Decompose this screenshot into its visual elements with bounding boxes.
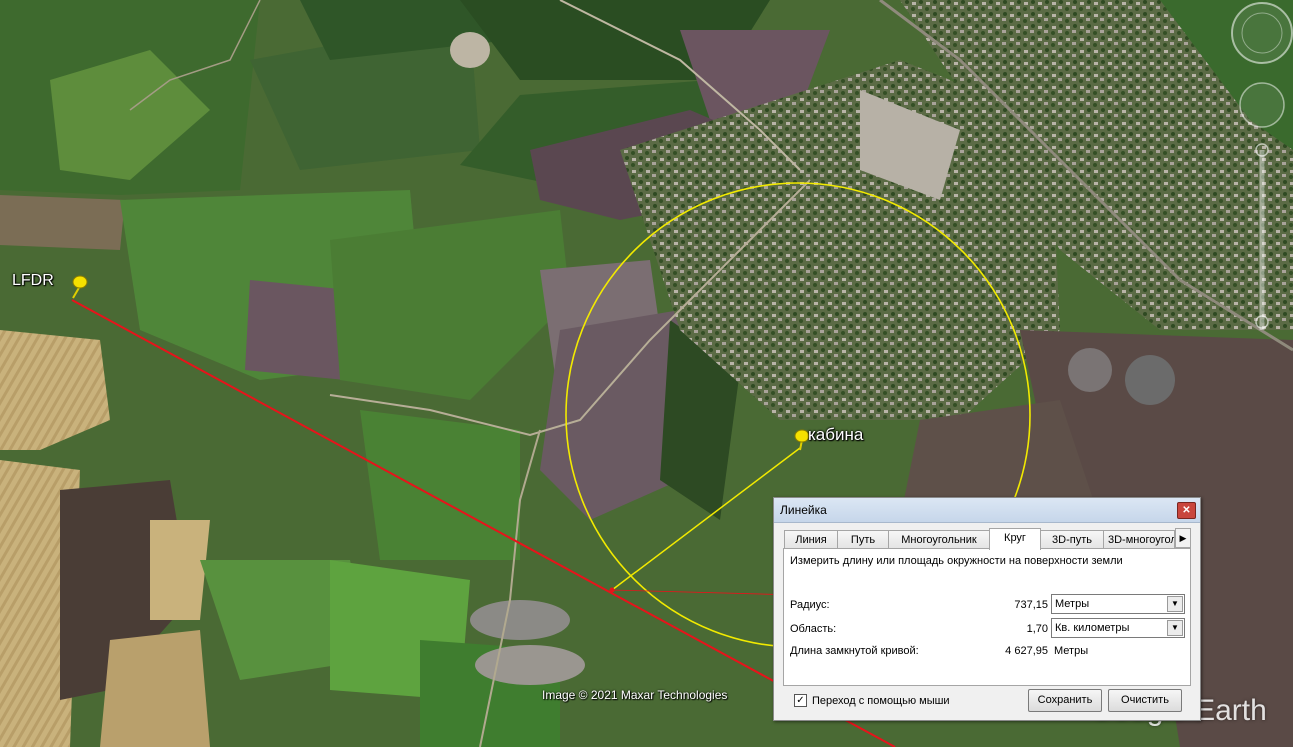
clear-button[interactable]: Очистить <box>1108 689 1182 712</box>
chevron-down-icon[interactable]: ▼ <box>1167 620 1183 636</box>
tab-3d-path[interactable]: 3D-путь <box>1040 530 1104 549</box>
tab-path[interactable]: Путь <box>837 530 889 549</box>
radius-label: Радиус: <box>790 599 830 611</box>
perimeter-unit: Метры <box>1054 645 1089 657</box>
dialog-titlebar[interactable]: Линейка ✕ <box>774 498 1200 523</box>
radius-unit-value: Метры <box>1055 598 1090 610</box>
close-icon[interactable]: ✕ <box>1177 502 1196 519</box>
pin-label-lfdr[interactable]: LFDR <box>12 272 54 290</box>
tab-line[interactable]: Линия <box>784 530 838 549</box>
dialog-title: Линейка <box>780 503 827 517</box>
tab-scroll-right-icon[interactable]: ▶ <box>1175 528 1191 548</box>
area-unit-select[interactable]: Кв. километры ▼ <box>1051 618 1185 638</box>
circle-panel: Измерить длину или площадь окружности на… <box>783 548 1191 686</box>
chevron-down-icon[interactable]: ▼ <box>1167 596 1183 612</box>
perimeter-value: 4 627,95 <box>1005 645 1048 657</box>
mouse-nav-checkbox[interactable]: ✓ <box>794 694 807 707</box>
imagery-credit: Image © 2021 Maxar Technologies <box>542 688 728 702</box>
radius-value: 737,15 <box>1014 599 1048 611</box>
mouse-nav-label: Переход с помощью мыши <box>812 695 950 707</box>
tab-3d-polygon[interactable]: 3D-многоугольник <box>1103 530 1175 548</box>
save-button[interactable]: Сохранить <box>1028 689 1102 712</box>
radius-unit-select[interactable]: Метры ▼ <box>1051 594 1185 614</box>
tab-polygon[interactable]: Многоугольник <box>888 530 990 549</box>
tab-description: Измерить длину или площадь окружности на… <box>790 555 1123 567</box>
perimeter-label: Длина замкнутой кривой: <box>790 645 919 657</box>
area-label: Область: <box>790 623 837 635</box>
pin-label-cabin[interactable]: кабина <box>808 425 863 445</box>
area-unit-value: Кв. километры <box>1055 622 1130 634</box>
ruler-dialog: Линейка ✕ Линия Путь Многоугольник Круг … <box>773 497 1201 721</box>
area-value: 1,70 <box>1026 623 1048 635</box>
tab-strip: Линия Путь Многоугольник Круг 3D-путь 3D… <box>784 528 1190 550</box>
tab-circle[interactable]: Круг <box>989 528 1041 550</box>
